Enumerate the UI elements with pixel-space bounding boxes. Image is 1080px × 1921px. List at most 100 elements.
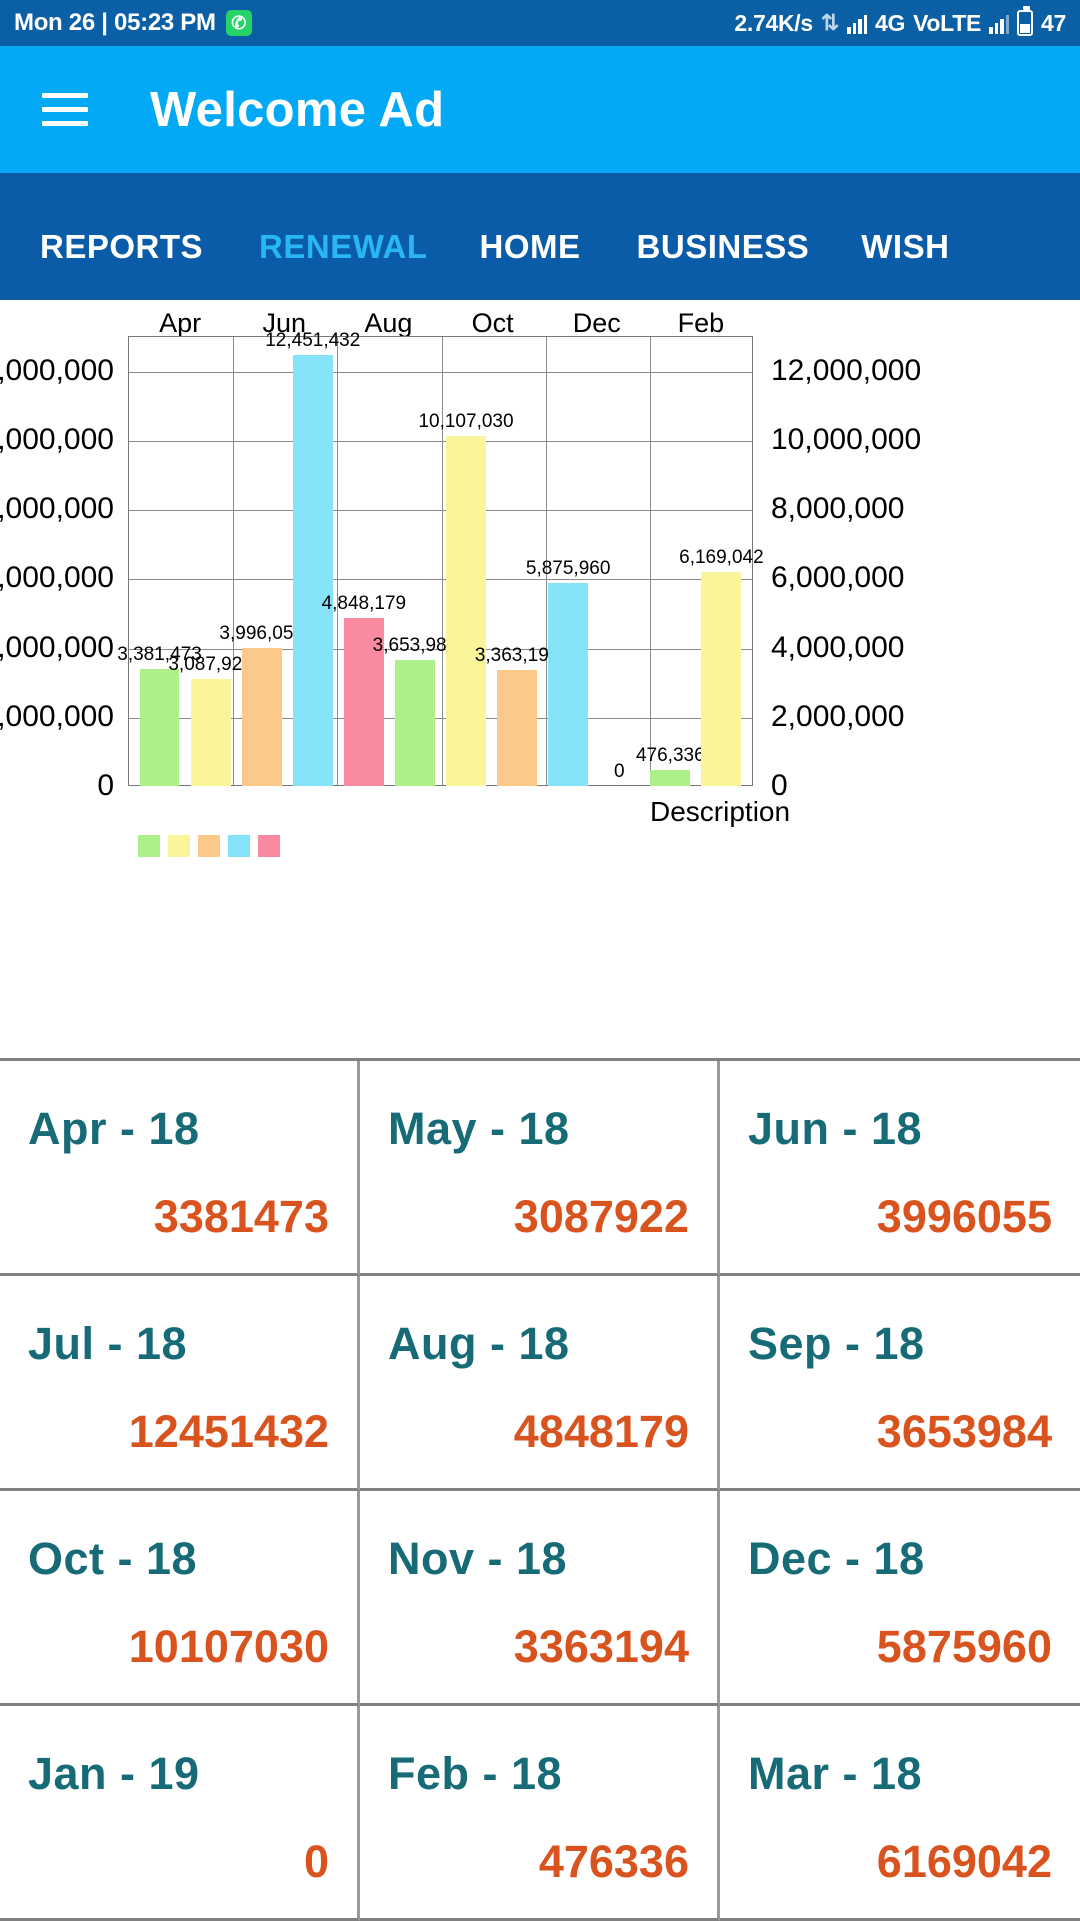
chart-bar[interactable] <box>395 659 435 786</box>
chart-ytick-right: 2,000,000 <box>771 699 905 733</box>
chart-bar-slot[interactable]: 3,996,055 <box>219 336 304 786</box>
chart-legend-swatch <box>258 835 280 857</box>
chart-top-tick: Aug <box>364 308 413 338</box>
chart-ytick-left: 12,000,000 <box>0 353 114 387</box>
chart-bar-slot[interactable]: 0 <box>594 336 645 786</box>
tab-home[interactable]: HOME <box>480 228 637 266</box>
chart-ytick-left: 10,000,000 <box>0 422 114 456</box>
chart-bar-value-label: 0 <box>613 761 625 782</box>
table-cell[interactable]: Jan - 19 0 <box>0 1706 360 1921</box>
chart-legend <box>138 835 280 857</box>
chart-ytick-left: 2,000,000 <box>0 699 114 733</box>
chart-bar[interactable] <box>446 436 486 786</box>
volte-label: VoLTE <box>913 9 982 36</box>
table-cell-month-label: Aug - 18 <box>388 1318 570 1369</box>
table-cell[interactable]: Mar - 18 6169042 <box>720 1706 1080 1921</box>
battery-level-label: 47 <box>1041 9 1066 36</box>
table-cell[interactable]: Jul - 18 12451432 <box>0 1276 360 1491</box>
tab-reports[interactable]: REPORTS <box>0 228 259 266</box>
chart-top-tick: Apr <box>159 308 202 338</box>
table-cell[interactable]: Jun - 18 3996055 <box>720 1061 1080 1276</box>
status-bar-right: 2.74K/s ⇅ 4G VoLTE 47 <box>734 6 1066 37</box>
chart-ytick-right: 6,000,000 <box>771 561 905 595</box>
table-cell-month-label: Jan - 19 <box>28 1748 200 1799</box>
chart-bar-slot[interactable]: 3,381,473 <box>117 336 202 786</box>
signal-bars-icon-1 <box>847 12 867 34</box>
table-cell-month-label: Dec - 18 <box>748 1533 925 1584</box>
chart-ytick-left: 0 <box>97 769 114 802</box>
tab-wishlist[interactable]: WISH <box>861 228 949 266</box>
table-cell-month-label: May - 18 <box>388 1103 570 1154</box>
chart-legend-swatch <box>228 835 250 857</box>
chart-bar-slot[interactable]: 5,875,960 <box>526 336 610 786</box>
chart-ytick-right: 12,000,000 <box>771 353 922 387</box>
table-cell-value: 3653984 <box>876 1406 1052 1457</box>
chart-bar-slot[interactable]: 3,653,984 <box>373 336 457 786</box>
table-cell[interactable]: Sep - 18 3653984 <box>720 1276 1080 1491</box>
sync-arrows-icon: ⇅ <box>820 10 839 35</box>
whatsapp-icon: ✆ <box>225 10 252 36</box>
table-cell-value: 3381473 <box>153 1191 329 1242</box>
table-cell-value: 3996055 <box>876 1191 1052 1242</box>
tab-bar[interactable]: REPORTS RENEWAL HOME BUSINESS WISH <box>0 173 1080 300</box>
chart-top-tick: Dec <box>572 308 621 338</box>
chart-bar-slot[interactable]: 6,169,042 <box>679 336 764 786</box>
signal-bars-icon-2 <box>989 12 1010 34</box>
tab-business[interactable]: BUSINESS <box>637 228 862 266</box>
table-cell[interactable]: May - 18 3087922 <box>360 1061 720 1276</box>
chart-ytick-left: 8,000,000 <box>0 492 114 526</box>
chart-bar-slot[interactable]: 4,848,179 <box>322 336 406 786</box>
table-cell[interactable]: Nov - 18 3363194 <box>360 1491 720 1706</box>
hamburger-menu-icon[interactable] <box>42 93 88 126</box>
table-cell-month-label: Feb - 18 <box>388 1748 563 1799</box>
table-cell[interactable]: Apr - 18 3381473 <box>0 1061 360 1276</box>
tab-renewal[interactable]: RENEWAL <box>259 228 480 266</box>
chart-ytick-left: 6,000,000 <box>0 561 114 595</box>
table-cell-value: 5875960 <box>876 1621 1052 1672</box>
table-cell[interactable]: Oct - 18 10107030 <box>0 1491 360 1706</box>
page-title: Welcome Ad <box>150 82 445 137</box>
table-cell-value: 4848179 <box>513 1406 689 1457</box>
chart-legend-swatch <box>168 835 190 857</box>
status-bar-left: Mon 26 | 05:23 PM ✆ <box>14 9 252 37</box>
table-cell-month-label: Sep - 18 <box>748 1318 925 1369</box>
chart-bar[interactable] <box>701 572 742 786</box>
chart-bar[interactable] <box>497 669 537 786</box>
chart-legend-swatch <box>198 835 220 857</box>
status-bar: Mon 26 | 05:23 PM ✆ 2.74K/s ⇅ 4G VoLTE 4… <box>0 0 1080 46</box>
table-cell-value: 0 <box>303 1836 329 1887</box>
chart-plot-area: 3,381,473 3,087,922 3,996,055 12,451,432 4,8… <box>0 330 921 802</box>
chart-ytick-right: 8,000,000 <box>771 492 905 526</box>
table-cell-month-label: Oct - 18 <box>28 1533 198 1584</box>
table-cell-month-label: Apr - 18 <box>28 1103 200 1154</box>
chart-bar[interactable] <box>292 355 333 786</box>
chart-bar-slot[interactable]: 10,107,030 <box>418 336 514 786</box>
chart-bar[interactable] <box>650 769 691 786</box>
chart-bar[interactable] <box>548 582 589 786</box>
table-cell-value: 476336 <box>538 1836 689 1887</box>
chart-bar-value-label: 476,336 <box>635 744 705 766</box>
chart-ytick-right: 4,000,000 <box>771 630 905 664</box>
chart-bar-slot[interactable]: 12,451,432 <box>265 330 360 786</box>
chart-bar[interactable] <box>190 679 231 786</box>
table-cell[interactable]: Feb - 18 476336 <box>360 1706 720 1921</box>
network-type-label: 4G <box>875 9 906 36</box>
table-cell-month-label: Mar - 18 <box>748 1748 923 1799</box>
network-speed: 2.74K/s <box>734 9 813 36</box>
table-cell-value: 12451432 <box>128 1406 329 1457</box>
chart-bar[interactable] <box>241 647 282 786</box>
chart-bars: 3,381,473 3,087,922 3,996,055 12,451,432 4,8… <box>117 330 764 786</box>
table-cell[interactable]: Aug - 18 4848179 <box>360 1276 720 1491</box>
status-datetime: Mon 26 | 05:23 PM <box>14 9 216 36</box>
bar-chart[interactable]: Apr Jun Aug Oct Dec Feb 3,381,473 3,087,922 3,9… <box>0 300 1080 1050</box>
chart-bar[interactable] <box>139 668 180 786</box>
table-cell-value: 10107030 <box>128 1621 329 1672</box>
table-cell-month-label: Nov - 18 <box>388 1533 568 1584</box>
table-cell[interactable]: Dec - 18 5875960 <box>720 1491 1080 1706</box>
chart-ytick-right: 10,000,000 <box>771 422 922 456</box>
chart-bar-slot[interactable]: 3,087,922 <box>168 336 253 786</box>
table-cell-value: 3087922 <box>513 1191 689 1242</box>
monthly-data-table: Apr - 18 3381473 May - 18 3087922 Jun - 18 39… <box>0 1058 1080 1921</box>
table-cell-value: 6169042 <box>876 1836 1052 1887</box>
chart-bar-value-label: 6,169,042 <box>679 547 764 569</box>
